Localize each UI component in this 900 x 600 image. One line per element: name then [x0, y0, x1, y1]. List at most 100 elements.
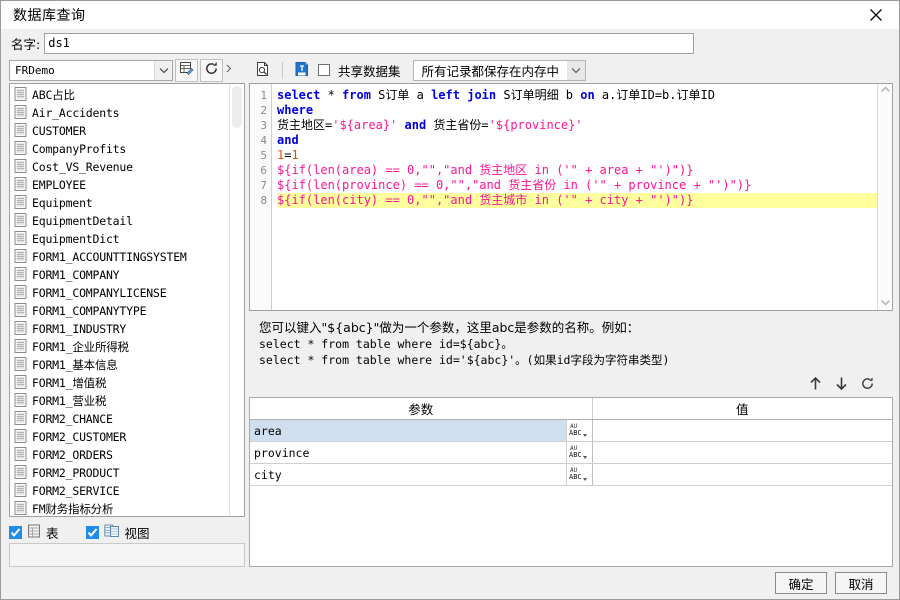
- parameter-value-cell[interactable]: [592, 441, 892, 464]
- abc-text-type-icon: AU ABC: [567, 464, 591, 483]
- line-number: 7: [260, 179, 267, 192]
- name-input[interactable]: [44, 32, 695, 54]
- table-doc-icon: [14, 104, 27, 122]
- view-filter-checkbox[interactable]: [85, 525, 99, 539]
- connection-combo[interactable]: FRDemo: [9, 59, 173, 81]
- list-item[interactable]: CompanyProfits: [10, 140, 229, 158]
- shared-dataset-checkbox[interactable]: [318, 64, 330, 76]
- sql-editor[interactable]: 1 2 3 4 5 6 7 8 select * from S订单 a left join S…: [249, 83, 893, 311]
- list-item[interactable]: Air_Accidents: [10, 104, 229, 122]
- storage-mode-combo[interactable]: 所有记录都保存在内存中: [412, 59, 587, 81]
- pane-splitter[interactable]: [225, 59, 232, 82]
- chevron-up-icon[interactable]: [880, 86, 891, 95]
- list-item[interactable]: FORM1_COMPANY: [10, 266, 229, 284]
- parameter-value-cell[interactable]: [592, 419, 892, 442]
- list-item[interactable]: FORM2_CHANCE: [10, 410, 229, 428]
- preview-page-icon: [255, 61, 271, 80]
- list-item[interactable]: FORM2_SERVICE: [10, 482, 229, 500]
- preview-button[interactable]: [251, 59, 275, 81]
- list-item[interactable]: FORM1_增值税: [10, 374, 229, 392]
- move-down-button[interactable]: [833, 375, 849, 391]
- list-item-label: FM财务指标分析: [32, 502, 114, 516]
- parameter-name-cell[interactable]: city: [250, 463, 567, 486]
- table-doc-icon: [14, 140, 27, 158]
- database-table-list-container: ABC占比 Air_Accidents CUSTOMER CompanyProfits…: [9, 83, 245, 517]
- list-item[interactable]: ABC占比: [10, 86, 229, 104]
- insert-button[interactable]: [290, 59, 314, 81]
- column-header-value[interactable]: 值: [592, 398, 892, 420]
- line-number: 2: [260, 104, 267, 117]
- database-table-list[interactable]: ABC占比 Air_Accidents CUSTOMER CompanyProfits…: [10, 84, 229, 516]
- list-item[interactable]: FORM1_基本信息: [10, 356, 229, 374]
- parameter-type-cell[interactable]: AU ABC: [566, 441, 593, 464]
- list-item[interactable]: CUSTOMER: [10, 122, 229, 140]
- edit-table-icon: [179, 61, 194, 79]
- sql-scrollbar[interactable]: [877, 84, 892, 310]
- close-button[interactable]: [853, 1, 899, 28]
- table-doc-icon: [14, 374, 27, 392]
- view-icon: [103, 524, 120, 541]
- list-item[interactable]: FORM1_COMPANYLICENSE: [10, 284, 229, 302]
- parameter-type-cell[interactable]: AU ABC: [566, 463, 593, 486]
- edit-datasource-button[interactable]: [175, 58, 198, 82]
- list-item-label: FORM2_SERVICE: [32, 484, 120, 498]
- list-item[interactable]: FORM1_企业所得税: [10, 338, 229, 356]
- refresh-params-button[interactable]: [859, 375, 875, 391]
- table-list-scrollbar-thumb[interactable]: [232, 86, 242, 128]
- refresh-datasource-button[interactable]: [200, 58, 223, 82]
- list-item[interactable]: FORM2_PRODUCT: [10, 464, 229, 482]
- chevron-down-icon: [567, 60, 586, 80]
- list-item[interactable]: Cost_VS_Revenue: [10, 158, 229, 176]
- list-item-label: FORM2_CHANCE: [32, 412, 113, 426]
- sql-toolbar: 共享数据集 所有记录都保存在内存中: [249, 57, 893, 83]
- list-item[interactable]: FORM2_ORDERS: [10, 446, 229, 464]
- parameter-type-cell[interactable]: AU ABC: [566, 419, 593, 442]
- list-filter-row: 表 视图: [9, 517, 245, 543]
- sql-line: ${if(len(province) == 0,"","and 货主省份 in …: [277, 178, 752, 192]
- list-item-label: FORM1_COMPANYTYPE: [32, 304, 147, 318]
- table-doc-icon: [14, 122, 27, 140]
- list-item[interactable]: FORM2_CUSTOMER: [10, 428, 229, 446]
- table-doc-icon: [14, 392, 27, 410]
- move-up-button[interactable]: [807, 375, 823, 391]
- refresh-icon: [204, 61, 219, 79]
- shared-dataset-label: 共享数据集: [338, 63, 401, 79]
- table-row[interactable]: city AU ABC: [250, 463, 892, 486]
- table-row[interactable]: province AU ABC: [250, 441, 892, 464]
- list-item-label: FORM1_基本信息: [32, 358, 118, 372]
- sql-code-area[interactable]: select * from S订单 a left join S订单明细 b on…: [272, 84, 877, 310]
- cancel-button[interactable]: 取消: [835, 572, 887, 594]
- table-doc-icon: [14, 284, 27, 302]
- line-number: 5: [260, 149, 267, 162]
- table-row[interactable]: area AU ABC: [250, 419, 892, 442]
- parameter-table-header: 参数 值: [250, 398, 892, 420]
- left-panel: FRDemo ABC占比 Air_Accidents CUSTOMER Comp…: [9, 57, 245, 567]
- page-title: 数据库查询: [13, 7, 86, 24]
- table-doc-icon: [14, 446, 27, 464]
- sql-line: ${if(len(area) == 0,"","and 货主地区 in ('" …: [277, 163, 694, 177]
- table-doc-icon: [14, 158, 27, 176]
- list-item[interactable]: FORM1_营业税: [10, 392, 229, 410]
- list-item[interactable]: EMPLOYEE: [10, 176, 229, 194]
- ok-button[interactable]: 确定: [775, 572, 827, 594]
- list-item-label: FORM1_营业税: [32, 394, 107, 408]
- sql-line: where: [277, 103, 314, 117]
- table-list-scrollbar[interactable]: [229, 84, 244, 516]
- table-filter-checkbox[interactable]: [9, 525, 22, 539]
- list-item[interactable]: FORM1_INDUSTRY: [10, 320, 229, 338]
- list-item[interactable]: FORM1_ACCOUNTTINGSYSTEM: [10, 248, 229, 266]
- parameter-table-container: 参数 值 area AU ABC province AU ABC city AU ABC: [249, 397, 893, 567]
- list-item[interactable]: EquipmentDetail: [10, 212, 229, 230]
- parameter-name-cell[interactable]: area: [250, 419, 567, 442]
- chevron-down-icon[interactable]: [880, 299, 891, 308]
- table-doc-icon: [14, 212, 27, 230]
- list-item[interactable]: FORM1_COMPANYTYPE: [10, 302, 229, 320]
- name-label: 名字:: [11, 36, 41, 52]
- list-item[interactable]: Equipment: [10, 194, 229, 212]
- table-doc-icon: [14, 500, 27, 517]
- list-item[interactable]: EquipmentDict: [10, 230, 229, 248]
- column-header-param[interactable]: 参数: [250, 398, 593, 420]
- parameter-value-cell[interactable]: [592, 463, 892, 486]
- list-item[interactable]: FM财务指标分析: [10, 500, 229, 516]
- parameter-name-cell[interactable]: province: [250, 441, 567, 464]
